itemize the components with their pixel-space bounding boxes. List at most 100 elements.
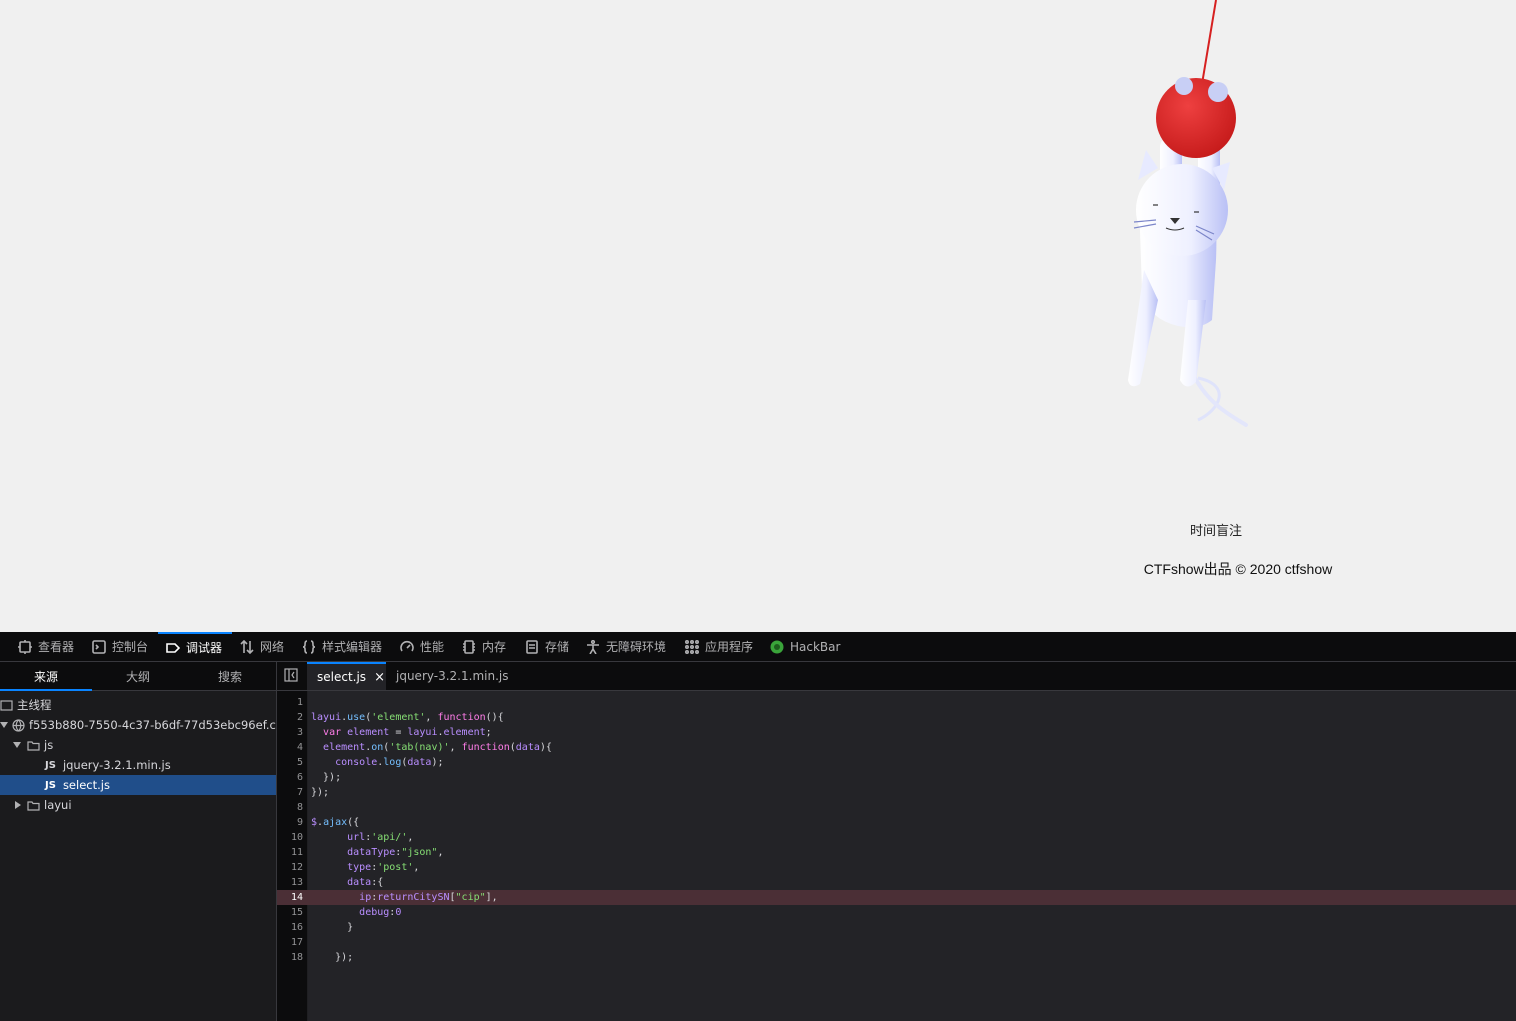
tab-application[interactable]: 应用程序 — [685, 632, 753, 661]
editor-tab-label: jquery-3.2.1.min.js — [396, 669, 509, 683]
tab-storage[interactable]: 存储 — [525, 632, 569, 661]
editor-tab-label: select.js — [317, 670, 367, 684]
collapse-arrow-icon[interactable] — [15, 801, 21, 809]
source-editor: select.js × jquery-3.2.1.min.js 1 2 layui.… — [277, 662, 1516, 1021]
code-text: debug:0 — [359, 907, 402, 918]
inspector-icon — [18, 639, 32, 654]
tab-label: 调试器 — [186, 641, 223, 655]
network-icon — [240, 639, 254, 654]
line-number[interactable]: 2 — [277, 710, 303, 725]
tab-network[interactable]: 网络 — [240, 632, 284, 661]
application-icon — [685, 639, 699, 654]
tab-memory[interactable]: 内存 — [462, 632, 506, 661]
tab-outline[interactable]: 大纲 — [92, 662, 184, 690]
line-number[interactable]: 6 — [277, 770, 303, 785]
line-number[interactable]: 15 — [277, 905, 303, 920]
tree-file-jquery[interactable]: JS jquery-3.2.1.min.js — [0, 755, 276, 775]
page-footer: CTFshow出品 © 2020 ctfshow — [1143, 561, 1333, 577]
globe-icon — [12, 718, 25, 732]
tree-file-select[interactable]: JS select.js — [0, 775, 276, 795]
js-file-icon: JS — [45, 759, 56, 771]
storage-icon — [526, 639, 538, 654]
editor-tab-jquery[interactable]: jquery-3.2.1.min.js — [386, 662, 518, 690]
code-line: 12 type:'post', — [277, 860, 1516, 875]
line-number[interactable]: 7 — [277, 785, 303, 800]
tree-thread[interactable]: 主线程 — [0, 695, 276, 715]
code-line: 18 }); — [277, 950, 1516, 965]
memory-icon — [463, 639, 475, 654]
tab-label: 样式编辑器 — [322, 640, 383, 654]
code-line: 8 — [277, 800, 1516, 815]
toggle-sidebar-icon[interactable] — [284, 668, 298, 682]
tab-accessibility[interactable]: 无障碍环境 — [586, 632, 666, 661]
tab-label: 应用程序 — [705, 640, 754, 654]
code-text: console.log(data); — [335, 757, 444, 768]
tree-folder-layui[interactable]: layui — [0, 795, 276, 815]
line-number[interactable]: 13 — [277, 875, 303, 890]
tab-label: 存储 — [545, 640, 570, 654]
line-number[interactable]: 14 — [277, 890, 303, 905]
line-number[interactable]: 8 — [277, 800, 303, 815]
code-text: $.ajax({ — [311, 817, 360, 828]
code-view[interactable]: 1 2 layui.use('element', function(){3 var … — [277, 691, 1516, 1021]
expand-arrow-icon[interactable] — [0, 722, 8, 728]
line-number[interactable]: 17 — [277, 935, 303, 950]
tree-label: layui — [44, 798, 72, 812]
page-heading: 时间盲注 — [1189, 524, 1242, 539]
line-number[interactable]: 11 — [277, 845, 303, 860]
code-text: data:{ — [347, 877, 384, 888]
code-line: 7}); — [277, 785, 1516, 800]
tab-console[interactable]: 控制台 — [92, 632, 148, 661]
tab-label: 控制台 — [112, 640, 149, 654]
tab-performance[interactable]: 性能 — [400, 632, 444, 661]
editor-tab-select-js[interactable]: select.js × — [307, 662, 386, 690]
tree-label: 主线程 — [17, 698, 52, 712]
tree-host[interactable]: f553b880-7550-4c37-b6df-77d53ebc96ef.cha… — [0, 715, 276, 735]
code-line: 1 — [277, 695, 1516, 710]
performance-icon — [400, 640, 414, 651]
code-line: 2 layui.use('element', function(){ — [277, 710, 1516, 725]
close-tab-icon[interactable]: × — [374, 670, 385, 685]
code-line: 10 url:'api/', — [277, 830, 1516, 845]
tab-inspector[interactable]: 查看器 — [18, 632, 74, 661]
thread-icon — [0, 699, 13, 711]
code-line: 3 var element = layui.element; — [277, 725, 1516, 740]
folder-icon — [27, 800, 40, 811]
code-line: 14 ip:returnCitySN["cip"], — [277, 890, 1516, 905]
js-file-icon: JS — [45, 779, 56, 791]
tab-search[interactable]: 搜索 — [184, 662, 276, 690]
line-number[interactable]: 9 — [277, 815, 303, 830]
line-number[interactable]: 1 — [277, 695, 303, 710]
code-text: var element = layui.element; — [323, 727, 492, 738]
tree-label: select.js — [62, 778, 110, 792]
code-text: type:'post', — [347, 862, 420, 873]
expand-arrow-icon[interactable] — [13, 742, 21, 748]
code-line: 15 debug:0 — [277, 905, 1516, 920]
line-number[interactable]: 3 — [277, 725, 303, 740]
code-line: 5 console.log(data); — [277, 755, 1516, 770]
code-line: 6 }); — [277, 770, 1516, 785]
line-number[interactable]: 18 — [277, 950, 303, 965]
tab-sources[interactable]: 来源 — [0, 662, 92, 691]
code-text: url:'api/', — [347, 832, 414, 843]
tab-label: 网络 — [260, 640, 285, 654]
tab-hackbar[interactable]: HackBar — [770, 632, 840, 661]
line-number[interactable]: 5 — [277, 755, 303, 770]
accessibility-icon — [587, 639, 599, 654]
sources-sidebar: 来源 大纲 搜索 主线程 f553b880-7550-4c37-b6df-77d… — [0, 662, 277, 1021]
tree-folder-js[interactable]: js — [0, 735, 276, 755]
tree-label: jquery-3.2.1.min.js — [62, 758, 171, 772]
code-text: element.on('tab(nav)', function(data){ — [323, 742, 552, 753]
tab-label: 性能 — [420, 640, 445, 654]
page-viewport: 时间盲注 CTFshow出品 © 2020 ctfshow — [0, 0, 1516, 632]
code-line: 9 $.ajax({ — [277, 815, 1516, 830]
line-number[interactable]: 16 — [277, 920, 303, 935]
tab-debugger[interactable]: 调试器 — [158, 632, 232, 661]
style-editor-icon — [302, 639, 316, 654]
tab-style-editor[interactable]: 样式编辑器 — [302, 632, 382, 661]
line-number[interactable]: 10 — [277, 830, 303, 845]
code-line: 11 dataType:"json", — [277, 845, 1516, 860]
tab-label: HackBar — [790, 639, 841, 654]
line-number[interactable]: 4 — [277, 740, 303, 755]
line-number[interactable]: 12 — [277, 860, 303, 875]
